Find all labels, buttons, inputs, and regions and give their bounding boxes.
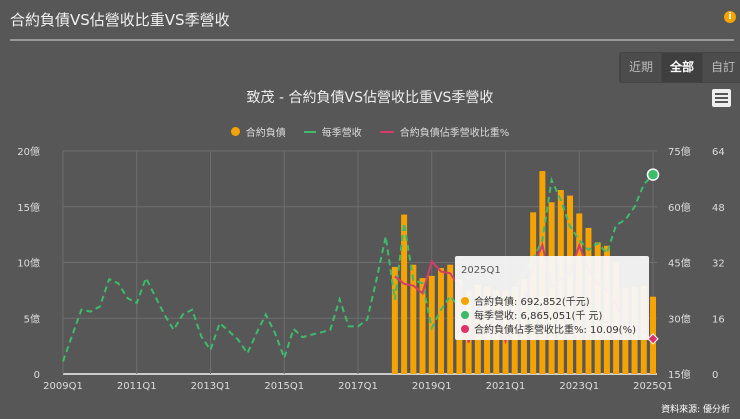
tooltip-dot-icon: [461, 310, 469, 319]
axis-tick-label: 0: [34, 370, 40, 381]
chart-plot: 0 15億 0 5億 30億 16 10億 45億 32 15億 60億 48 20億 75億 64 2009…: [17, 145, 725, 392]
axis-tick-label: 10億: [17, 257, 40, 270]
axis-tick-label: 32: [712, 259, 725, 270]
tooltip-text: 合約負債: 692,852(千元): [474, 297, 590, 308]
axis-tick-label: 20億: [17, 145, 40, 158]
bar-contract-liabilities: [437, 268, 444, 374]
x-tick-label: 2025Q1: [633, 381, 673, 392]
tooltip-dot-icon: [461, 324, 469, 333]
x-tick-label: 2017Q1: [338, 381, 378, 392]
axis-tick-label: 30億: [668, 312, 691, 325]
axis-tick-label: 45億: [668, 257, 691, 270]
tooltip-row: 合約負債佔季營收比重%: 10.09(%): [461, 321, 636, 336]
x-tick-label: 2019Q1: [412, 381, 452, 392]
axis-tick-label: 15億: [668, 368, 691, 381]
tooltip-text: 每季營收: 6,865,051(千 元): [474, 311, 603, 322]
axis-tick-label: 64: [712, 147, 725, 158]
tooltip-row: 每季營收: 6,865,051(千 元): [461, 307, 602, 322]
axis-tick-label: 75億: [668, 145, 691, 158]
bar-contract-liabilities: [410, 264, 417, 374]
axis-tick-label: 5億: [24, 312, 40, 325]
data-source: 資料來源: 優分析: [661, 405, 730, 415]
tooltip: 2025Q1 合約負債: 692,852(千元) 每季營收: 6,865,051…: [455, 256, 649, 340]
x-tick-label: 2013Q1: [191, 381, 231, 392]
tooltip-title: 2025Q1: [461, 265, 501, 276]
x-tick-label: 2023Q1: [559, 381, 599, 392]
axis-tick-label: 15億: [17, 201, 40, 214]
x-tick-label: 2015Q1: [264, 381, 304, 392]
tooltip-dot-icon: [461, 296, 469, 305]
axis-tick-label: 0: [712, 370, 718, 381]
axis-tick-label: 60億: [668, 201, 691, 214]
tooltip-row: 合約負債: 692,852(千元): [461, 293, 590, 308]
x-tick-label: 2009Q1: [43, 381, 83, 392]
axis-tick-label: 48: [712, 203, 725, 214]
x-tick-label: 2011Q1: [117, 381, 157, 392]
x-tick-label: 2021Q1: [486, 381, 526, 392]
axis-tick-label: 16: [712, 314, 725, 325]
bar-contract-liabilities: [447, 264, 454, 374]
revenue-hover-marker: [646, 168, 660, 181]
tooltip-text: 合約負債佔季營收比重%: 10.09(%): [474, 325, 636, 336]
